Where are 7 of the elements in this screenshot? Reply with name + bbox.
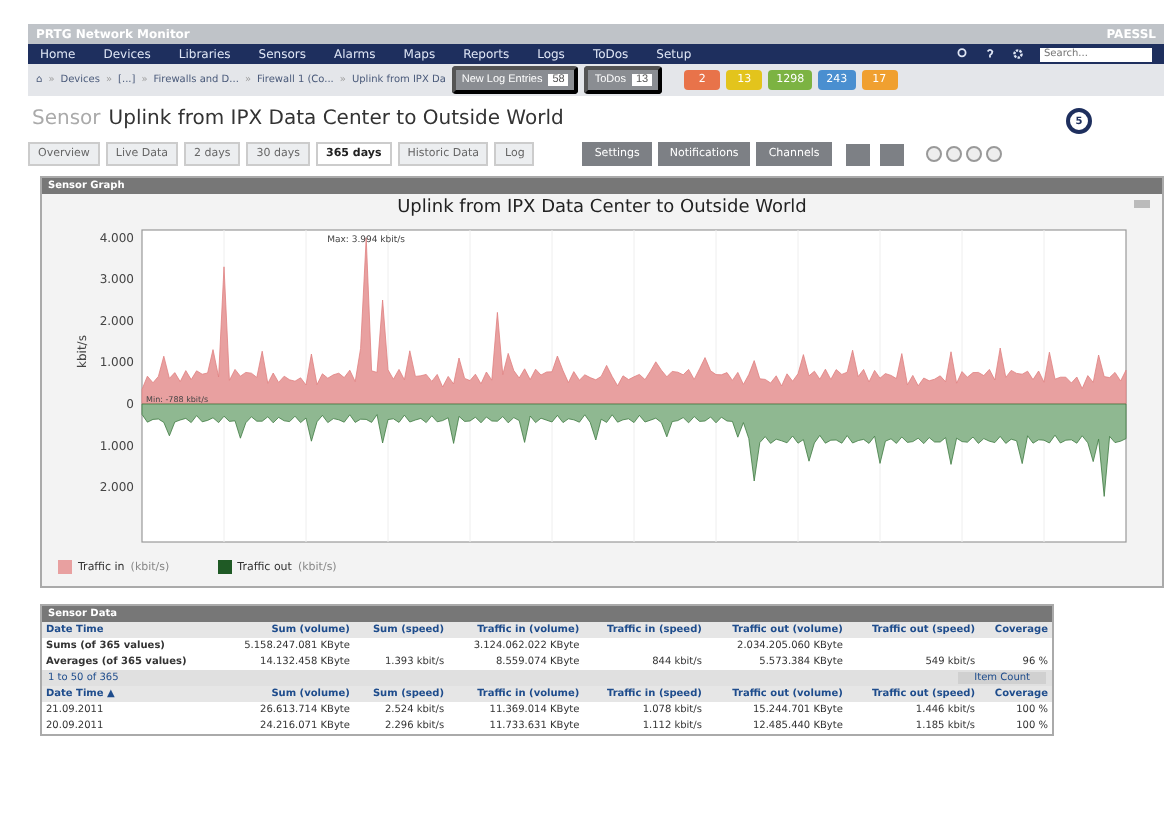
settings-icon[interactable] (1012, 48, 1024, 60)
view-button[interactable] (879, 143, 904, 165)
help-icon[interactable] (984, 48, 996, 60)
sensor-name: Uplink from IPX Data Center to Outside World (108, 108, 564, 130)
graph-title: Uplink from IPX Data Center to Outside World (397, 198, 807, 218)
sensor-kind-label: Sensor (32, 108, 101, 130)
view-button[interactable] (845, 143, 870, 165)
